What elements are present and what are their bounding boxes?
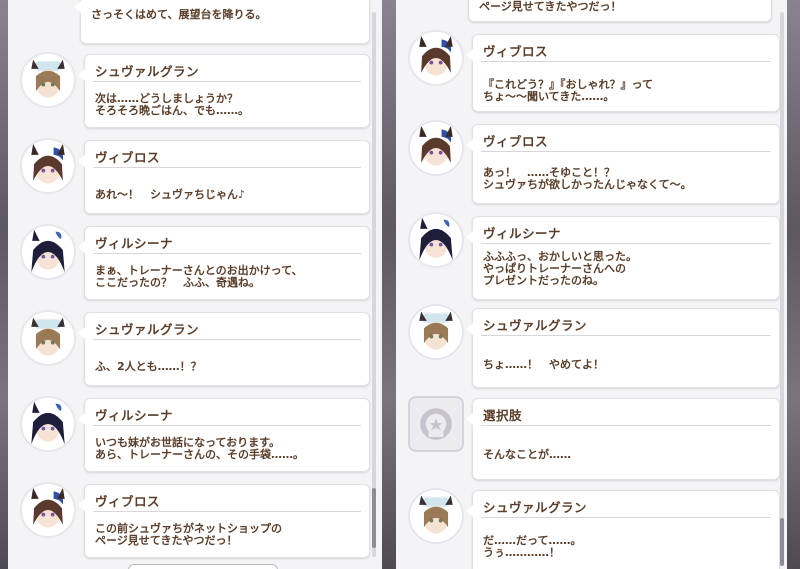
schwarz-avatar — [408, 304, 464, 360]
schwarz-avatar — [408, 488, 464, 544]
divider — [481, 243, 771, 244]
divider — [93, 253, 361, 254]
divider — [93, 167, 361, 168]
speaker-name: ヴィブロス — [95, 150, 161, 165]
message-text: さっそくはめて、展望台を降りる。 — [91, 8, 267, 21]
speaker-name: ヴィルシーナ — [95, 236, 174, 251]
speaker-name: シュヴァルグラン — [95, 64, 200, 79]
message-text: そんなことが…… — [483, 448, 571, 461]
speaker-name: ヴィブロス — [95, 494, 161, 509]
message-text: この前シュヴァちがネットショップの ページ見せてきたやつだっ！ — [95, 522, 282, 547]
verxina-avatar — [20, 396, 76, 452]
scrollbar-thumb[interactable] — [780, 518, 784, 566]
divider — [481, 335, 771, 336]
message-bubble: シュヴァルグラン 次は……どうしましょうか？ そろそろ晩ごはん、でも……。 — [78, 54, 370, 128]
message-bubble: ページ見せてきたやつだっ！ — [468, 0, 772, 22]
background-left — [0, 0, 8, 569]
speaker-name: シュヴァルグラン — [483, 318, 588, 333]
divider — [481, 61, 771, 62]
verxina-avatar — [20, 224, 76, 280]
message-text: あれ～！ シュヴァちじゃん♪ — [95, 188, 246, 201]
message-bubble: ヴィブロス この前シュヴァちがネットショップの ページ見せてきたやつだっ！ — [78, 484, 370, 558]
vivlos-avatar — [20, 138, 76, 194]
message-bubble: ヴィブロス あれ～！ シュヴァちじゃん♪ — [78, 140, 370, 214]
scrollbar-thumb[interactable] — [372, 488, 376, 548]
divider — [481, 425, 771, 426]
divider — [481, 151, 771, 152]
speaker-name: ヴィルシーナ — [483, 226, 562, 241]
vivlos-avatar — [408, 120, 464, 176]
schwarz-avatar — [20, 52, 76, 108]
message-bubble: 選択肢 そんなことが…… — [466, 398, 780, 480]
message-text: いつも妹がお世話になっております。 あら、トレーナーさんの、その手袋……。 — [95, 436, 304, 461]
vivlos-avatar — [20, 482, 76, 538]
message-text: まぁ、トレーナーさんとのお出かけって、 ここだったの？ ふふ、奇遇ね。 — [95, 264, 303, 289]
divider — [93, 511, 361, 512]
divider — [93, 425, 361, 426]
divider — [93, 339, 361, 340]
message-text: 次は……どうしましょうか？ そろそろ晩ごはん、でも……。 — [95, 92, 249, 117]
speaker-name: ヴィブロス — [483, 44, 549, 59]
speaker-name: 選択肢 — [483, 408, 523, 423]
message-text: あっ！ ……そゆこと！？ シュヴァちが欲しかったんじゃなくて～。 — [483, 166, 692, 191]
message-bubble: ヴィルシーナ ふふふっ、おかしいと思った。 やっぱりトレーナーさんへの プレゼン… — [466, 216, 780, 300]
right-log-panel[interactable]: ページ見せてきたやつだっ！ ヴィブロス 『これどう？』『おしゃれ？』って ちょ～… — [396, 0, 787, 569]
message-text: ふ、2人とも……！？ — [95, 360, 202, 373]
divider — [481, 517, 771, 518]
message-bubble: ヴィブロス あっ！ ……そゆこと！？ シュヴァちが欲しかったんじゃなくて～。 — [466, 124, 780, 204]
scrollbar-track[interactable] — [780, 12, 784, 557]
background-right — [787, 0, 800, 569]
speaker-name: ヴィブロス — [483, 134, 549, 149]
divider — [93, 81, 361, 82]
message-bubble: ヴィブロス 『これどう？』『おしゃれ？』って ちょ～～聞いてきた……。 — [466, 34, 780, 112]
message-text: ちょ……！ やめてよ！ — [483, 358, 604, 371]
message-bubble: シュヴァルグラン ちょ……！ やめてよ！ — [466, 308, 780, 388]
message-bubble: シュヴァルグラン ふ、2人とも……！？ — [78, 312, 370, 386]
message-bubble: さっそくはめて、展望台を降りる。 — [74, 0, 370, 44]
schwarz-avatar — [20, 310, 76, 366]
scrollbar-track[interactable] — [372, 12, 376, 557]
message-bubble: シュヴァルグラン だ……だって……。 うぅ…………！ — [466, 490, 780, 569]
speaker-name: シュヴァルグラン — [95, 322, 200, 337]
message-text: 『これどう？』『おしゃれ？』って ちょ～～聞いてきた……。 — [483, 78, 653, 103]
message-bubble: ヴィルシーナ まぁ、トレーナーさんとのお出かけって、 ここだったの？ ふふ、奇遇… — [78, 226, 370, 300]
vivlos-avatar — [408, 30, 464, 86]
left-log-panel[interactable]: さっそくはめて、展望台を降りる。 シュヴァルグラン 次は……どうしましょうか？ … — [8, 0, 382, 569]
verxina-avatar — [408, 212, 464, 268]
background-middle — [382, 0, 396, 569]
message-text: だ……だって……。 うぅ…………！ — [483, 534, 582, 559]
speaker-name: ヴィルシーナ — [95, 408, 174, 423]
bottom-tab-button[interactable] — [128, 564, 278, 569]
choice-icon — [408, 396, 464, 452]
message-text: ページ見せてきたやつだっ！ — [479, 0, 622, 13]
speaker-name: シュヴァルグラン — [483, 500, 588, 515]
message-text: ふふふっ、おかしいと思った。 やっぱりトレーナーさんへの プレゼントだったのね。 — [483, 250, 637, 287]
message-bubble: ヴィルシーナ いつも妹がお世話になっております。 あら、トレーナーさんの、その手… — [78, 398, 370, 472]
